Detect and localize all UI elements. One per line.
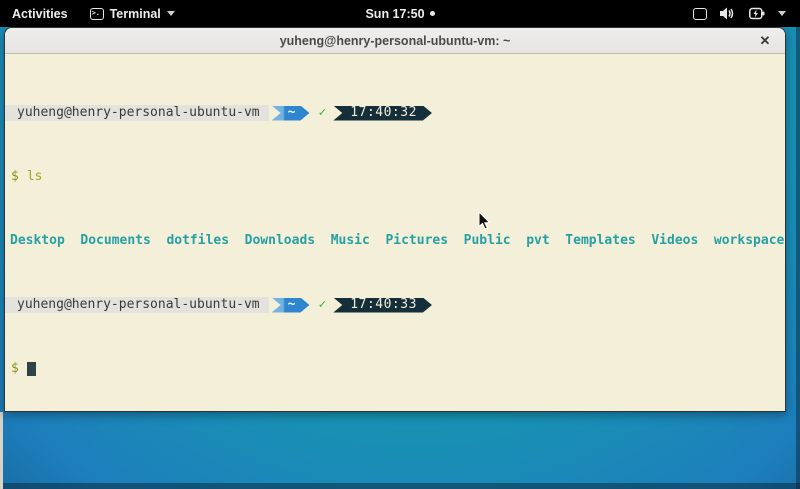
prompt-line-2: yuheng@henry-personal-ubuntu-vm ~ ✓ 17:4…: [5, 297, 785, 313]
directory-name: Public: [464, 233, 511, 249]
terminal-window: yuheng@henry-personal-ubuntu-vm: ~ ✕ yuh…: [4, 27, 786, 412]
battery-charging-icon: [749, 7, 765, 20]
directory-name: workspace: [714, 233, 784, 249]
typed-command: ls: [19, 169, 43, 185]
volume-icon: [720, 7, 736, 20]
clock[interactable]: Sun 17:50: [365, 7, 424, 21]
chevron-down-icon: [167, 11, 175, 16]
shell-prompt-symbol: $: [5, 361, 19, 377]
app-menu-label: Terminal: [110, 7, 161, 21]
input-line[interactable]: $: [5, 361, 785, 377]
ls-output-line: Desktop Documents dotfiles Downloads Mus…: [5, 233, 785, 249]
prompt-status-check-icon: ✓: [309, 105, 333, 121]
prompt-user-segment: yuheng@henry-personal-ubuntu-vm: [5, 105, 269, 121]
directory-name: dotfiles: [166, 233, 229, 249]
mouse-pointer-icon: [478, 211, 491, 230]
system-status-area[interactable]: [693, 0, 800, 27]
desktop-bottom-shade: [0, 483, 800, 489]
window-title: yuheng@henry-personal-ubuntu-vm: ~: [280, 34, 511, 48]
command-line: $ ls: [5, 169, 785, 185]
prompt-time-badge: 17:40:32: [333, 106, 432, 121]
prompt-status-check-icon: ✓: [309, 297, 333, 313]
directory-name: Templates: [565, 233, 635, 249]
directory-name: Downloads: [245, 233, 315, 249]
directory-name: Videos: [651, 233, 698, 249]
directory-name: Documents: [80, 233, 150, 249]
close-icon[interactable]: ✕: [755, 28, 775, 54]
prompt-user-segment: yuheng@henry-personal-ubuntu-vm: [5, 297, 269, 313]
directory-name: Music: [331, 233, 370, 249]
chevron-down-icon[interactable]: [778, 11, 786, 16]
directory-name: Desktop: [10, 233, 65, 249]
prompt-line-1: yuheng@henry-personal-ubuntu-vm ~ ✓ 17:4…: [5, 105, 785, 121]
screen-icon: [693, 8, 707, 20]
prompt-cwd-segment: ~: [272, 106, 310, 121]
directory-name: pvt: [526, 233, 549, 249]
top-bar: Activities >. Terminal Sun 17:50: [0, 0, 800, 27]
prompt-time-badge: 17:40:33: [333, 298, 432, 313]
desktop-left-sliver: [0, 412, 3, 489]
terminal-icon: >.: [90, 8, 104, 20]
activities-button[interactable]: Activities: [0, 0, 80, 27]
shell-prompt-symbol: $: [5, 169, 19, 185]
desktop-right-shade: [796, 27, 800, 489]
notification-dot-icon: [430, 11, 435, 16]
window-titlebar[interactable]: yuheng@henry-personal-ubuntu-vm: ~ ✕: [5, 28, 785, 54]
terminal-block-cursor: [27, 362, 36, 376]
terminal-content[interactable]: yuheng@henry-personal-ubuntu-vm ~ ✓ 17:4…: [5, 54, 785, 411]
app-menu-terminal[interactable]: >. Terminal: [80, 0, 185, 27]
directory-name: Pictures: [385, 233, 448, 249]
prompt-cwd-segment: ~: [272, 298, 310, 313]
